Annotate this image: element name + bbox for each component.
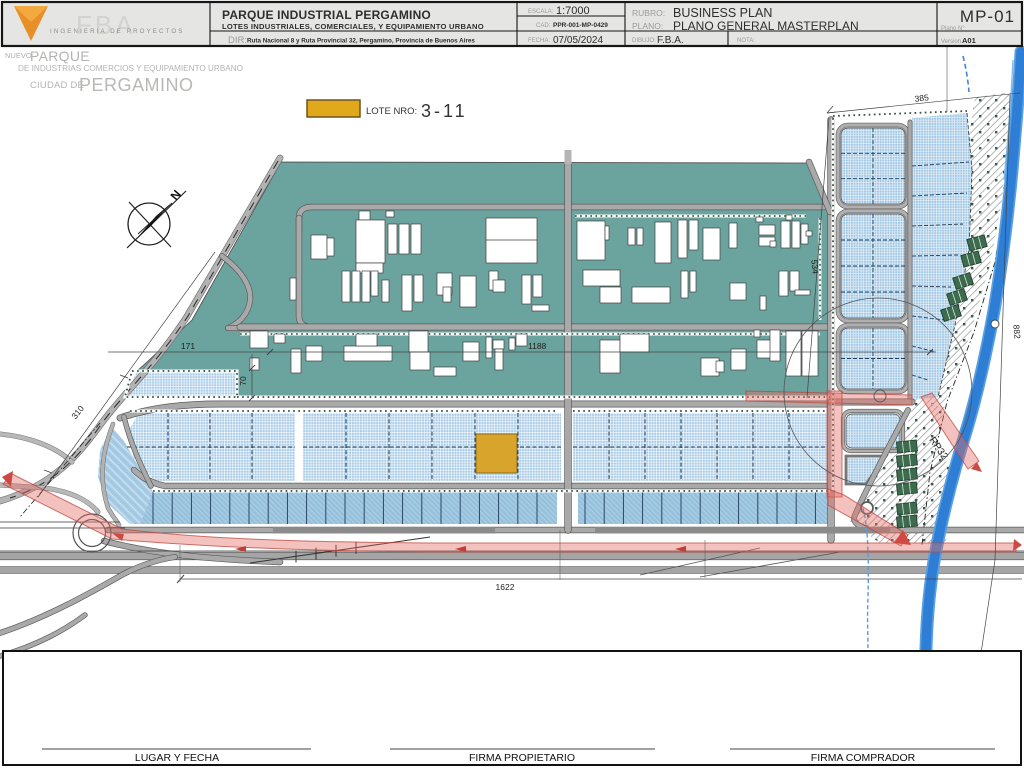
svg-text:FIRMA COMPRADOR: FIRMA COMPRADOR bbox=[811, 752, 916, 764]
svg-text:PLANO:: PLANO: bbox=[632, 21, 663, 31]
svg-text:LUGAR Y FECHA: LUGAR Y FECHA bbox=[135, 752, 219, 764]
svg-text:70: 70 bbox=[238, 376, 248, 386]
svg-text:DIBUJO:: DIBUJO: bbox=[632, 38, 656, 44]
svg-text:Ruta Nacional 8 y Ruta Provinc: Ruta Nacional 8 y Ruta Provincial 32, Pe… bbox=[247, 38, 475, 45]
svg-text:534: 534 bbox=[809, 259, 820, 274]
svg-text:PERGAMINO: PERGAMINO bbox=[79, 75, 194, 95]
svg-text:NOTA:: NOTA: bbox=[737, 38, 755, 44]
svg-text:ESCALA:: ESCALA: bbox=[528, 9, 554, 15]
svg-text:FIRMA PROPIETARIO: FIRMA PROPIETARIO bbox=[469, 752, 575, 764]
svg-text:DIR:: DIR: bbox=[228, 35, 247, 46]
svg-text:3-11: 3-11 bbox=[421, 101, 468, 121]
svg-text:LOTES INDUSTRIALES, COMERCIALE: LOTES INDUSTRIALES, COMERCIALES, Y EQUIP… bbox=[222, 22, 484, 31]
svg-text:PARQUE: PARQUE bbox=[30, 48, 90, 64]
svg-text:07/05/2024: 07/05/2024 bbox=[553, 35, 603, 46]
svg-text:RUBRO:: RUBRO: bbox=[632, 8, 665, 18]
svg-text:1:7000: 1:7000 bbox=[556, 5, 590, 17]
svg-text:BUSINESS PLAN: BUSINESS PLAN bbox=[673, 6, 772, 20]
svg-text:INGENIERIA DE PROYECTOS: INGENIERIA DE PROYECTOS bbox=[50, 28, 185, 35]
svg-text:385: 385 bbox=[914, 92, 930, 104]
svg-text:PARQUE INDUSTRIAL PERGAMINO: PARQUE INDUSTRIAL PERGAMINO bbox=[222, 8, 431, 22]
svg-text:171: 171 bbox=[181, 341, 195, 351]
svg-text:PPR-001-MP-0429: PPR-001-MP-0429 bbox=[553, 22, 608, 29]
svg-text:A01: A01 bbox=[962, 36, 976, 45]
svg-text:PLANO GENERAL MASTERPLAN: PLANO GENERAL MASTERPLAN bbox=[673, 19, 859, 33]
svg-text:NUEVO: NUEVO bbox=[5, 51, 32, 60]
svg-text:FBA: FBA bbox=[76, 10, 136, 40]
svg-text:1622: 1622 bbox=[496, 582, 515, 592]
svg-text:F.B.A.: F.B.A. bbox=[657, 35, 684, 46]
svg-text:LOTE NRO:: LOTE NRO: bbox=[366, 106, 417, 117]
svg-text:Plano N°: Plano N° bbox=[941, 26, 965, 32]
svg-text:Version: Version bbox=[941, 39, 961, 45]
svg-text:CAD:: CAD: bbox=[536, 23, 551, 29]
svg-text:MP-01: MP-01 bbox=[960, 7, 1015, 26]
svg-text:882: 882 bbox=[1011, 324, 1022, 339]
svg-text:FECHA:: FECHA: bbox=[528, 38, 550, 44]
svg-text:CIUDAD DE: CIUDAD DE bbox=[30, 80, 84, 91]
svg-text:1188: 1188 bbox=[528, 341, 547, 351]
svg-text:DE INDUSTRIAS COMERCIOS Y EQUI: DE INDUSTRIAS COMERCIOS Y EQUIPAMIENTO U… bbox=[18, 64, 243, 73]
